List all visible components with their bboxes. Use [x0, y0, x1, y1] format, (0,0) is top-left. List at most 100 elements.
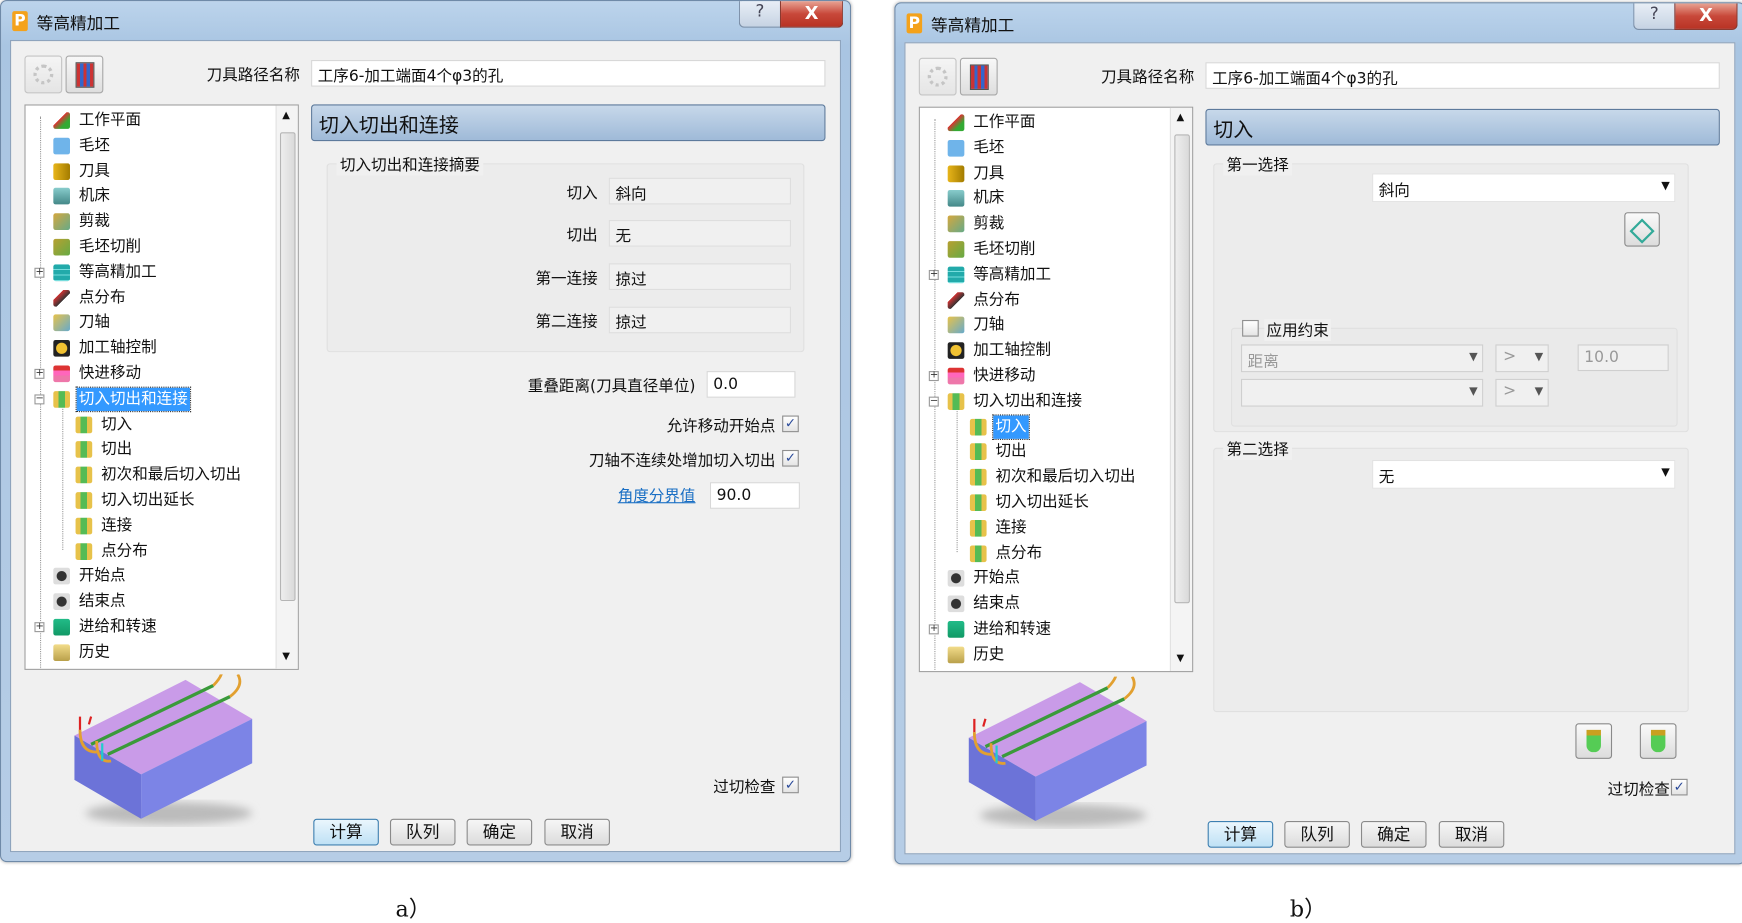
tree-item-label: 历史 [973, 645, 1005, 664]
toolpath-name-input[interactable]: 工序6-加工端面4个φ3的孔 [311, 59, 826, 87]
constraint-value-input[interactable]: 10.0 [1577, 344, 1669, 372]
end-point-icon [947, 595, 965, 613]
dropdown-arrow-icon: ▼ [1534, 351, 1544, 364]
scroll-thumb[interactable] [1174, 134, 1190, 604]
point-distribution-icon [947, 291, 965, 309]
tree-item-label: 切入切出和连接 [75, 386, 192, 412]
close-button[interactable]: X [1674, 3, 1738, 30]
overlap-distance-input[interactable]: 0.0 [706, 371, 796, 398]
leads-links-icon [75, 492, 93, 509]
refresh-toolpath-button[interactable] [24, 55, 63, 94]
collapse-icon[interactable]: − [34, 394, 45, 405]
gouge-check-label: 过切检查 [1607, 781, 1670, 799]
summary-value-field: 掠过 [608, 306, 792, 334]
add-leads-axis-discontinuity-label: 刀轴不连续处增加切入切出 [588, 452, 776, 470]
tree-item-label: 连接 [995, 518, 1027, 537]
axis-control-icon [53, 340, 70, 357]
tree-scrollbar[interactable]: ▲ ▼ [275, 105, 298, 669]
second-choice-dropdown[interactable]: 无 ▼ [1372, 459, 1676, 489]
copy-to-leadout-button[interactable] [1639, 723, 1677, 759]
leads-links-icon [969, 469, 987, 486]
expand-icon[interactable]: + [928, 371, 939, 382]
constraint-operator-dropdown[interactable]: > ▼ [1495, 344, 1549, 373]
cancel-button[interactable]: 取消 [544, 818, 610, 846]
toolpath-name-input[interactable]: 工序6-加工端面4个φ3的孔 [1205, 62, 1720, 89]
stock-cut-icon [53, 238, 70, 256]
calculate-button[interactable]: 计算 [313, 818, 379, 846]
constraint-operator-dropdown[interactable]: > ▼ [1495, 378, 1549, 407]
feeds-speeds-icon [53, 618, 70, 636]
limit-icon [53, 213, 70, 231]
tree-item-label: 进给和转速 [78, 617, 157, 636]
dropdown-arrow-icon: ▼ [1661, 179, 1670, 193]
strategy-tree[interactable]: 工作平面 毛坯 刀具 机床 剪裁 毛坯切削 等高精加工 + 点分布 刀轴 加工轴控制 快进移动 + 切入切… [918, 106, 1194, 673]
tree-item-label: 工作平面 [78, 111, 142, 129]
allow-move-start-checkbox[interactable]: ✓ [782, 415, 799, 433]
tree-item-label: 初次和最后切入切出 [995, 467, 1136, 486]
scroll-down-arrow-icon[interactable]: ▼ [1177, 653, 1185, 664]
leads-links-icon [969, 519, 987, 537]
constraint-type-dropdown[interactable]: 距离 ▼ [1240, 344, 1484, 373]
tree-item-label: 刀具 [973, 163, 1005, 182]
add-leads-axis-discontinuity-checkbox[interactable]: ✓ [782, 449, 799, 467]
tree-scrollbar[interactable]: ▲ ▼ [1169, 107, 1193, 672]
scroll-up-arrow-icon[interactable]: ▲ [282, 110, 290, 121]
close-button[interactable]: X [779, 1, 844, 28]
help-button[interactable]: ? [1633, 3, 1676, 30]
tree-item-label: 机床 [973, 189, 1005, 208]
tree-item-label: 毛坯切削 [78, 237, 142, 256]
ok-button[interactable]: 确定 [466, 818, 533, 846]
expand-icon[interactable]: + [34, 622, 45, 633]
strategy-tree[interactable]: 工作平面 毛坯 刀具 机床 剪裁 毛坯切削 等高精加工 + 点分布 刀轴 加工轴控制 快进移动 + 切入切… [24, 104, 299, 670]
refresh-toolpath-button[interactable] [918, 57, 957, 96]
tree-item-label: 历史 [78, 643, 110, 661]
workplane-icon [947, 114, 965, 132]
queue-button[interactable]: 队列 [389, 818, 456, 846]
expand-icon[interactable]: + [928, 269, 939, 280]
calculate-button[interactable]: 计算 [1207, 821, 1274, 848]
dropdown-value: > [1503, 347, 1517, 366]
tree-item-label: 切入 [992, 413, 1030, 440]
first-choice-dropdown[interactable]: 斜向 ▼ [1372, 173, 1676, 203]
expand-icon[interactable]: + [928, 624, 939, 635]
cancel-button[interactable]: 取消 [1438, 821, 1505, 848]
dropdown-value: 无 [1378, 468, 1395, 487]
angle-threshold-input[interactable]: 90.0 [709, 482, 800, 509]
second-choice-label: 第二选择 [1223, 437, 1293, 460]
apply-constraint-checkbox[interactable] [1242, 319, 1259, 337]
gouge-check-checkbox[interactable]: ✓ [782, 776, 799, 794]
constraint-type-dropdown[interactable]: ▼ [1240, 378, 1484, 407]
tree-item-label: 初次和最后切入切出 [101, 465, 242, 484]
tree-item-label: 机床 [78, 187, 110, 205]
toolpath-preview-image [952, 667, 1163, 833]
tree-item-label: 刀具 [78, 161, 110, 180]
copy-from-leadout-button[interactable] [1575, 723, 1613, 759]
workplane-icon [53, 112, 70, 129]
toolpath-name-label: 刀具路径名称 [206, 66, 300, 85]
tree-item-label: 进给和转速 [973, 619, 1052, 638]
dialog-body: 刀具路径名称 工序6-加工端面4个φ3的孔 工作平面 毛坯 刀具 机床 剪裁 毛坯切削 等高精加… [9, 39, 842, 853]
figure-caption: a） [395, 895, 431, 923]
dropdown-arrow-icon: ▼ [1469, 351, 1478, 364]
leads-links-icon [969, 545, 987, 562]
title-bar: P 等高精加工 ? X [1, 1, 850, 40]
ok-button[interactable]: 确定 [1360, 821, 1427, 848]
figure-caption: b） [1289, 895, 1327, 923]
gouge-check-checkbox[interactable]: ✓ [1670, 778, 1688, 796]
lead-settings-button[interactable] [1624, 212, 1660, 247]
axis-control-icon [947, 342, 965, 360]
scroll-up-arrow-icon[interactable]: ▲ [1177, 112, 1185, 123]
expand-icon[interactable]: + [34, 368, 45, 379]
angle-threshold-link[interactable]: 角度分界值 [558, 484, 696, 506]
queue-button[interactable]: 队列 [1284, 821, 1350, 848]
scroll-down-arrow-icon[interactable]: ▼ [282, 651, 290, 662]
collapse-icon[interactable]: − [928, 396, 939, 407]
scroll-thumb[interactable] [279, 132, 296, 602]
tree-item-label: 连接 [101, 516, 133, 535]
panel-title: 切入切出和连接 [311, 104, 826, 142]
toolpath-preview-button[interactable] [959, 57, 998, 96]
tool-axis-icon [947, 317, 965, 334]
toolpath-preview-button[interactable] [65, 55, 104, 94]
expand-icon[interactable]: + [34, 267, 45, 278]
help-button[interactable]: ? [738, 1, 782, 28]
